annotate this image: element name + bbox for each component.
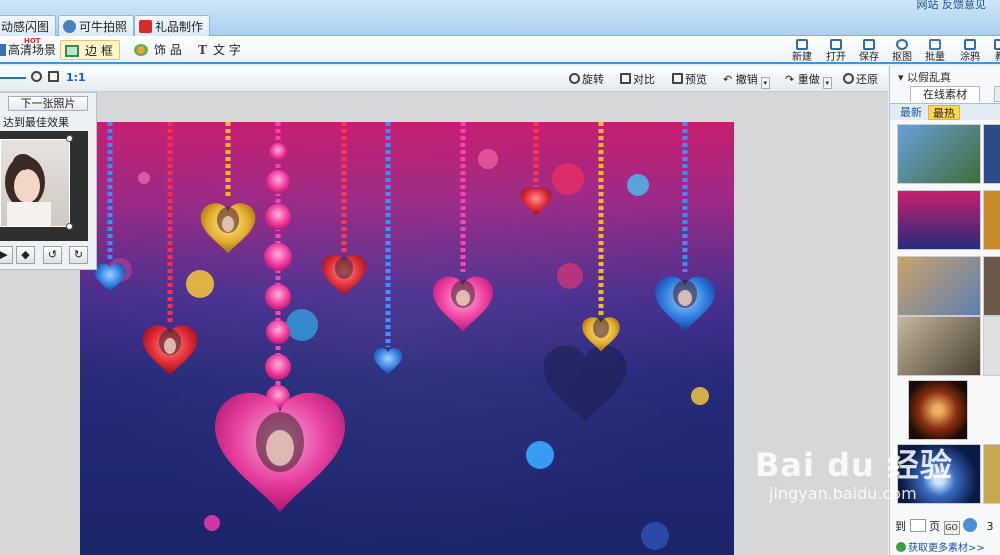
new-icon — [796, 39, 808, 50]
crop-handle-br[interactable] — [66, 223, 73, 230]
photo-thumbnail[interactable] — [0, 139, 70, 227]
refresh-icon[interactable] — [963, 518, 977, 532]
edit-toolbar: 1:1 旋转 对比 预览 ↶ 撤销 ▾ ↷ 重做 ▾ 还原 — [0, 66, 888, 92]
material-thumb[interactable] — [897, 190, 981, 250]
undo-dropdown-icon[interactable]: ▾ — [760, 77, 770, 89]
photo-canvas[interactable] — [80, 122, 734, 555]
panel-title: ▾ 以假乱真 — [898, 71, 952, 84]
photo-thumbnail-frame — [0, 131, 88, 241]
material-thumb[interactable] — [983, 256, 1000, 316]
mode-text[interactable]: T文 字 — [194, 40, 245, 60]
material-thumb[interactable] — [908, 380, 968, 440]
gift-icon — [139, 20, 152, 33]
portrait-image — [5, 154, 51, 226]
compare-icon — [620, 73, 631, 84]
tab-local-material[interactable] — [994, 86, 1000, 102]
frame-icon — [65, 45, 79, 57]
undo-icon: ↶ — [723, 73, 736, 86]
redo-dropdown-icon[interactable]: ▾ — [822, 77, 832, 89]
move-left-button[interactable]: ▶ — [0, 246, 13, 264]
rotate-button[interactable]: 旋转 — [569, 71, 604, 87]
zoom-actual-button[interactable]: 1:1 — [66, 71, 86, 84]
hot-badge: HOT — [24, 37, 41, 45]
material-thumb[interactable] — [897, 316, 981, 376]
restore-button[interactable]: 还原 — [843, 71, 878, 87]
crop-handle-tr[interactable] — [66, 135, 73, 142]
open-icon — [830, 39, 842, 50]
hearts-artwork — [80, 122, 734, 555]
flash-icon: 动感闪图 — [1, 20, 50, 34]
scene-icon — [0, 44, 6, 56]
flip-vertical-button[interactable]: ◆ — [16, 246, 35, 264]
zoom-in-icon[interactable] — [31, 71, 44, 84]
redo-button[interactable]: ↷ 重做 ▾ — [785, 71, 832, 89]
redo-icon: ↷ — [785, 73, 798, 86]
compare-button[interactable]: 对比 — [620, 71, 655, 87]
collapse-icon[interactable]: ▾ — [898, 71, 907, 84]
fit-icon[interactable] — [48, 71, 61, 84]
tab-camera[interactable]: 可牛拍照 — [58, 15, 135, 36]
top-links[interactable]: 网站 反馈意见 — [917, 0, 987, 12]
undo-button[interactable]: ↶ 撤销 ▾ — [723, 71, 770, 89]
rotate-left-button[interactable]: ↺ — [43, 246, 62, 264]
page-input[interactable] — [909, 519, 926, 532]
mode-frame[interactable]: 边 框 — [60, 40, 120, 60]
material-thumb[interactable] — [983, 444, 1000, 504]
mode-toolbar: 高清场景 HOT 边 框 饰 品 T文 字 新建 打开 保存 抠图 批量 涂鸦 … — [0, 36, 1000, 64]
top-tab-bar: 动感闪图 可牛拍照 礼品制作 网站 反馈意见 — [0, 0, 1000, 36]
next-photo-button[interactable]: 下一张照片 — [8, 96, 88, 111]
download-icon — [896, 542, 906, 552]
baidu-watermark: Bai du 经验 jingyan.baidu.com — [755, 446, 953, 503]
camera-icon — [63, 20, 76, 33]
batch-icon — [929, 39, 941, 50]
zoom-slider[interactable] — [0, 77, 26, 79]
mode-hd-scene[interactable]: 高清场景 HOT — [0, 37, 60, 60]
material-thumb[interactable] — [897, 124, 981, 184]
cutout-icon — [896, 39, 908, 50]
material-thumb[interactable] — [983, 124, 1000, 184]
tab-flash[interactable]: 动感闪图 — [0, 15, 57, 36]
material-subtabs: 最新 最热 — [890, 103, 1000, 120]
material-thumb[interactable] — [983, 316, 1000, 376]
tutorial-icon — [994, 39, 1000, 50]
preview-button[interactable]: 预览 — [672, 71, 707, 87]
doodle-button[interactable]: 涂鸦 — [956, 39, 984, 63]
restore-icon — [843, 73, 854, 84]
tab-gift[interactable]: 礼品制作 — [134, 15, 211, 36]
tutorial-button[interactable]: 教 — [986, 39, 1000, 63]
decoration-icon — [134, 44, 148, 56]
new-button[interactable]: 新建 — [788, 39, 816, 63]
preview-icon — [672, 73, 683, 84]
rotate-icon — [569, 73, 580, 84]
text-icon: T — [198, 43, 207, 57]
open-button[interactable]: 打开 — [822, 39, 850, 63]
material-thumb[interactable] — [983, 190, 1000, 250]
tab-online-material[interactable]: 在线素材 — [910, 86, 980, 102]
best-effect-label: 达到最佳效果 — [3, 116, 69, 129]
go-button[interactable]: GO — [943, 521, 960, 535]
batch-button[interactable]: 批量 — [921, 39, 949, 63]
subtab-hottest[interactable]: 最热 — [928, 105, 960, 120]
photo-adjust-panel: 下一张照片 达到最佳效果 ▶ ◆ ↺ ↻ — [0, 92, 97, 270]
cutout-button[interactable]: 抠图 — [888, 39, 916, 63]
save-button[interactable]: 保存 — [855, 39, 883, 63]
pager: 到 页 GO 3 — [895, 518, 994, 535]
doodle-icon — [964, 39, 976, 50]
save-icon — [863, 39, 875, 50]
rotate-right-button[interactable]: ↻ — [69, 246, 88, 264]
subtab-newest[interactable]: 最新 — [896, 105, 926, 120]
more-materials-link[interactable]: 获取更多素材>> — [896, 539, 985, 554]
material-thumb[interactable] — [897, 256, 981, 316]
mode-decoration[interactable]: 饰 品 — [130, 40, 186, 60]
